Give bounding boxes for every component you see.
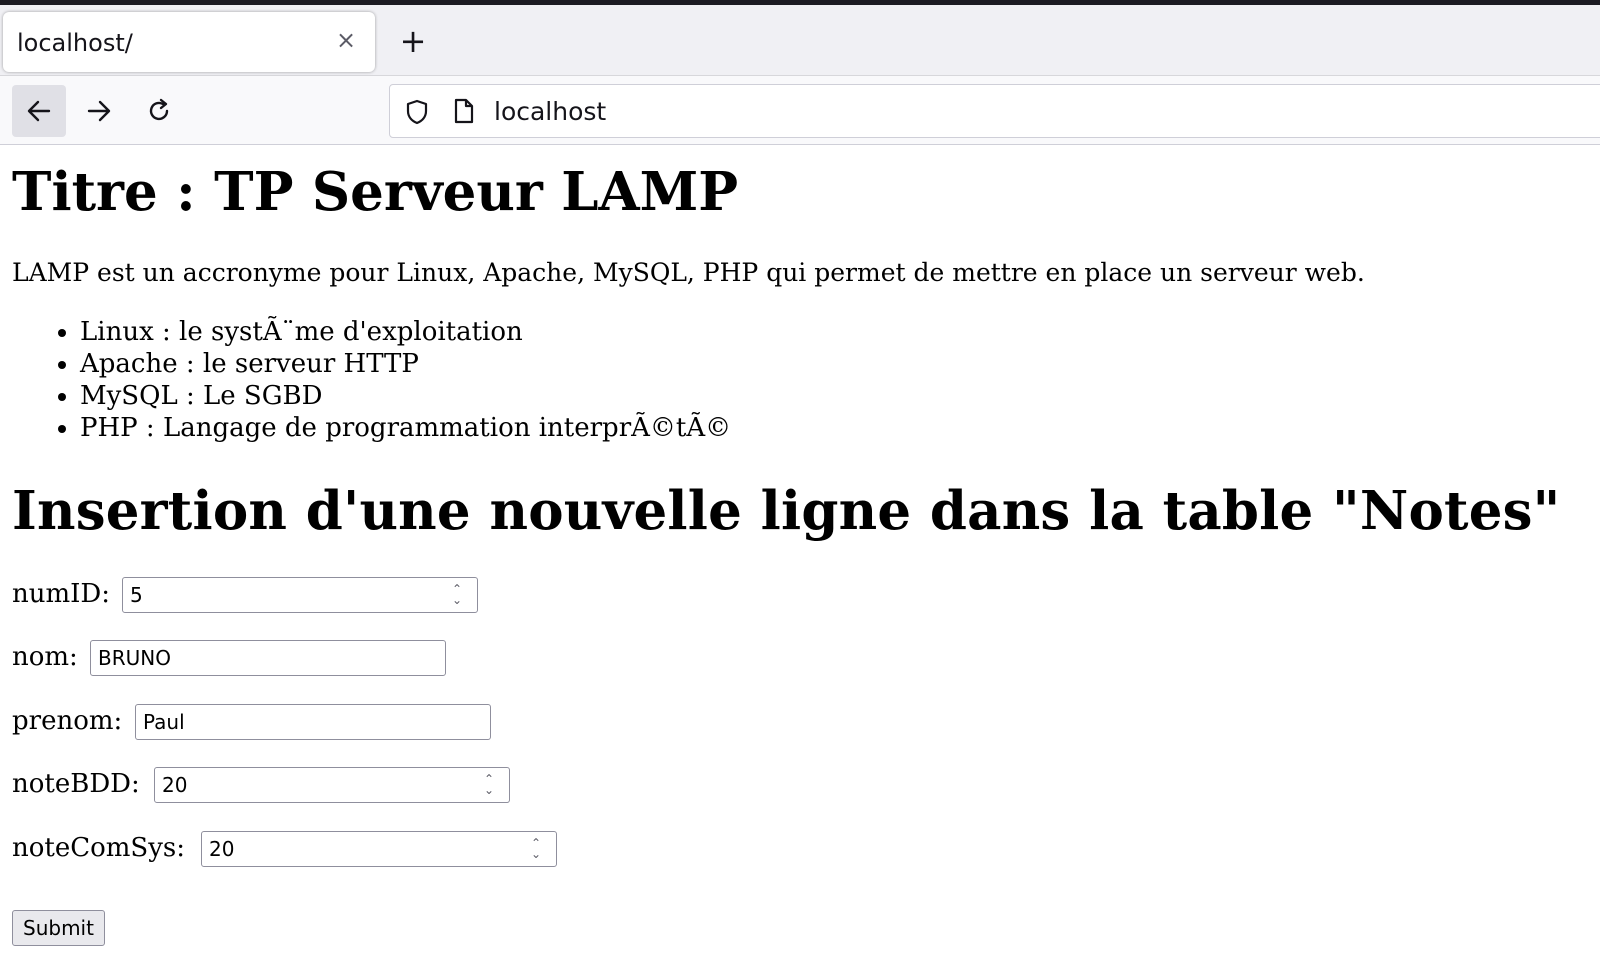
page-icon	[454, 98, 474, 124]
reload-icon	[149, 98, 169, 121]
spin-down-icon[interactable]: ⌄	[484, 784, 494, 796]
prenom-value: Paul	[143, 710, 185, 734]
reload-button[interactable]	[132, 85, 186, 137]
shield-icon[interactable]	[404, 98, 430, 126]
list-item: Apache : le serveur HTTP	[80, 348, 731, 380]
forward-button[interactable]	[72, 85, 126, 137]
page-content: Titre : TP Serveur LAMP LAMP est un accr…	[0, 146, 1600, 971]
numid-spinner[interactable]: ⌃ ⌄	[445, 582, 469, 608]
notecomsys-value: 20	[209, 837, 235, 861]
nom-label: nom:	[12, 642, 78, 672]
notebdd-spinner[interactable]: ⌃ ⌄	[477, 772, 501, 798]
url-text: localhost	[494, 97, 607, 126]
notebdd-input[interactable]: 20 ⌃ ⌄	[154, 767, 510, 803]
browser-tab[interactable]: localhost/ ×	[3, 12, 375, 72]
intro-paragraph: LAMP est un accronyme pour Linux, Apache…	[12, 258, 1365, 287]
spin-down-icon[interactable]: ⌄	[452, 594, 462, 606]
feature-list: Linux : le systÃ¨me d'exploitation Apach…	[0, 316, 731, 444]
numid-label: numID:	[12, 579, 111, 609]
tab-title: localhost/	[17, 29, 133, 57]
new-tab-button[interactable]: +	[394, 22, 432, 60]
prenom-input[interactable]: Paul	[135, 704, 491, 740]
tab-strip: localhost/ × +	[0, 5, 1600, 75]
page-title: Titre : TP Serveur LAMP	[12, 161, 739, 223]
nom-input[interactable]: BRUNO	[90, 640, 446, 676]
list-item: Linux : le systÃ¨me d'exploitation	[80, 316, 731, 348]
submit-button[interactable]: Submit	[12, 910, 105, 946]
list-item: MySQL : Le SGBD	[80, 380, 731, 412]
arrow-left-icon	[27, 100, 51, 122]
spin-down-icon[interactable]: ⌄	[531, 848, 541, 860]
notebdd-value: 20	[162, 773, 188, 797]
notecomsys-spinner[interactable]: ⌃ ⌄	[524, 836, 548, 862]
list-item: PHP : Langage de programmation interprÃ©…	[80, 412, 731, 444]
notecomsys-input[interactable]: 20 ⌃ ⌄	[201, 831, 557, 867]
tab-close-icon[interactable]: ×	[331, 25, 361, 55]
nom-value: BRUNO	[98, 646, 171, 670]
numid-input[interactable]: 5 ⌃ ⌄	[122, 577, 478, 613]
arrow-right-icon	[87, 100, 111, 122]
numid-value: 5	[130, 583, 143, 607]
prenom-label: prenom:	[12, 706, 123, 736]
back-button[interactable]	[12, 85, 66, 137]
notebdd-label: noteBDD:	[12, 769, 140, 799]
address-bar[interactable]: localhost	[389, 84, 1600, 138]
form-heading: Insertion d'une nouvelle ligne dans la t…	[12, 480, 1561, 542]
navigation-toolbar: localhost	[0, 75, 1600, 145]
notecomsys-label: noteComSys:	[12, 833, 186, 863]
